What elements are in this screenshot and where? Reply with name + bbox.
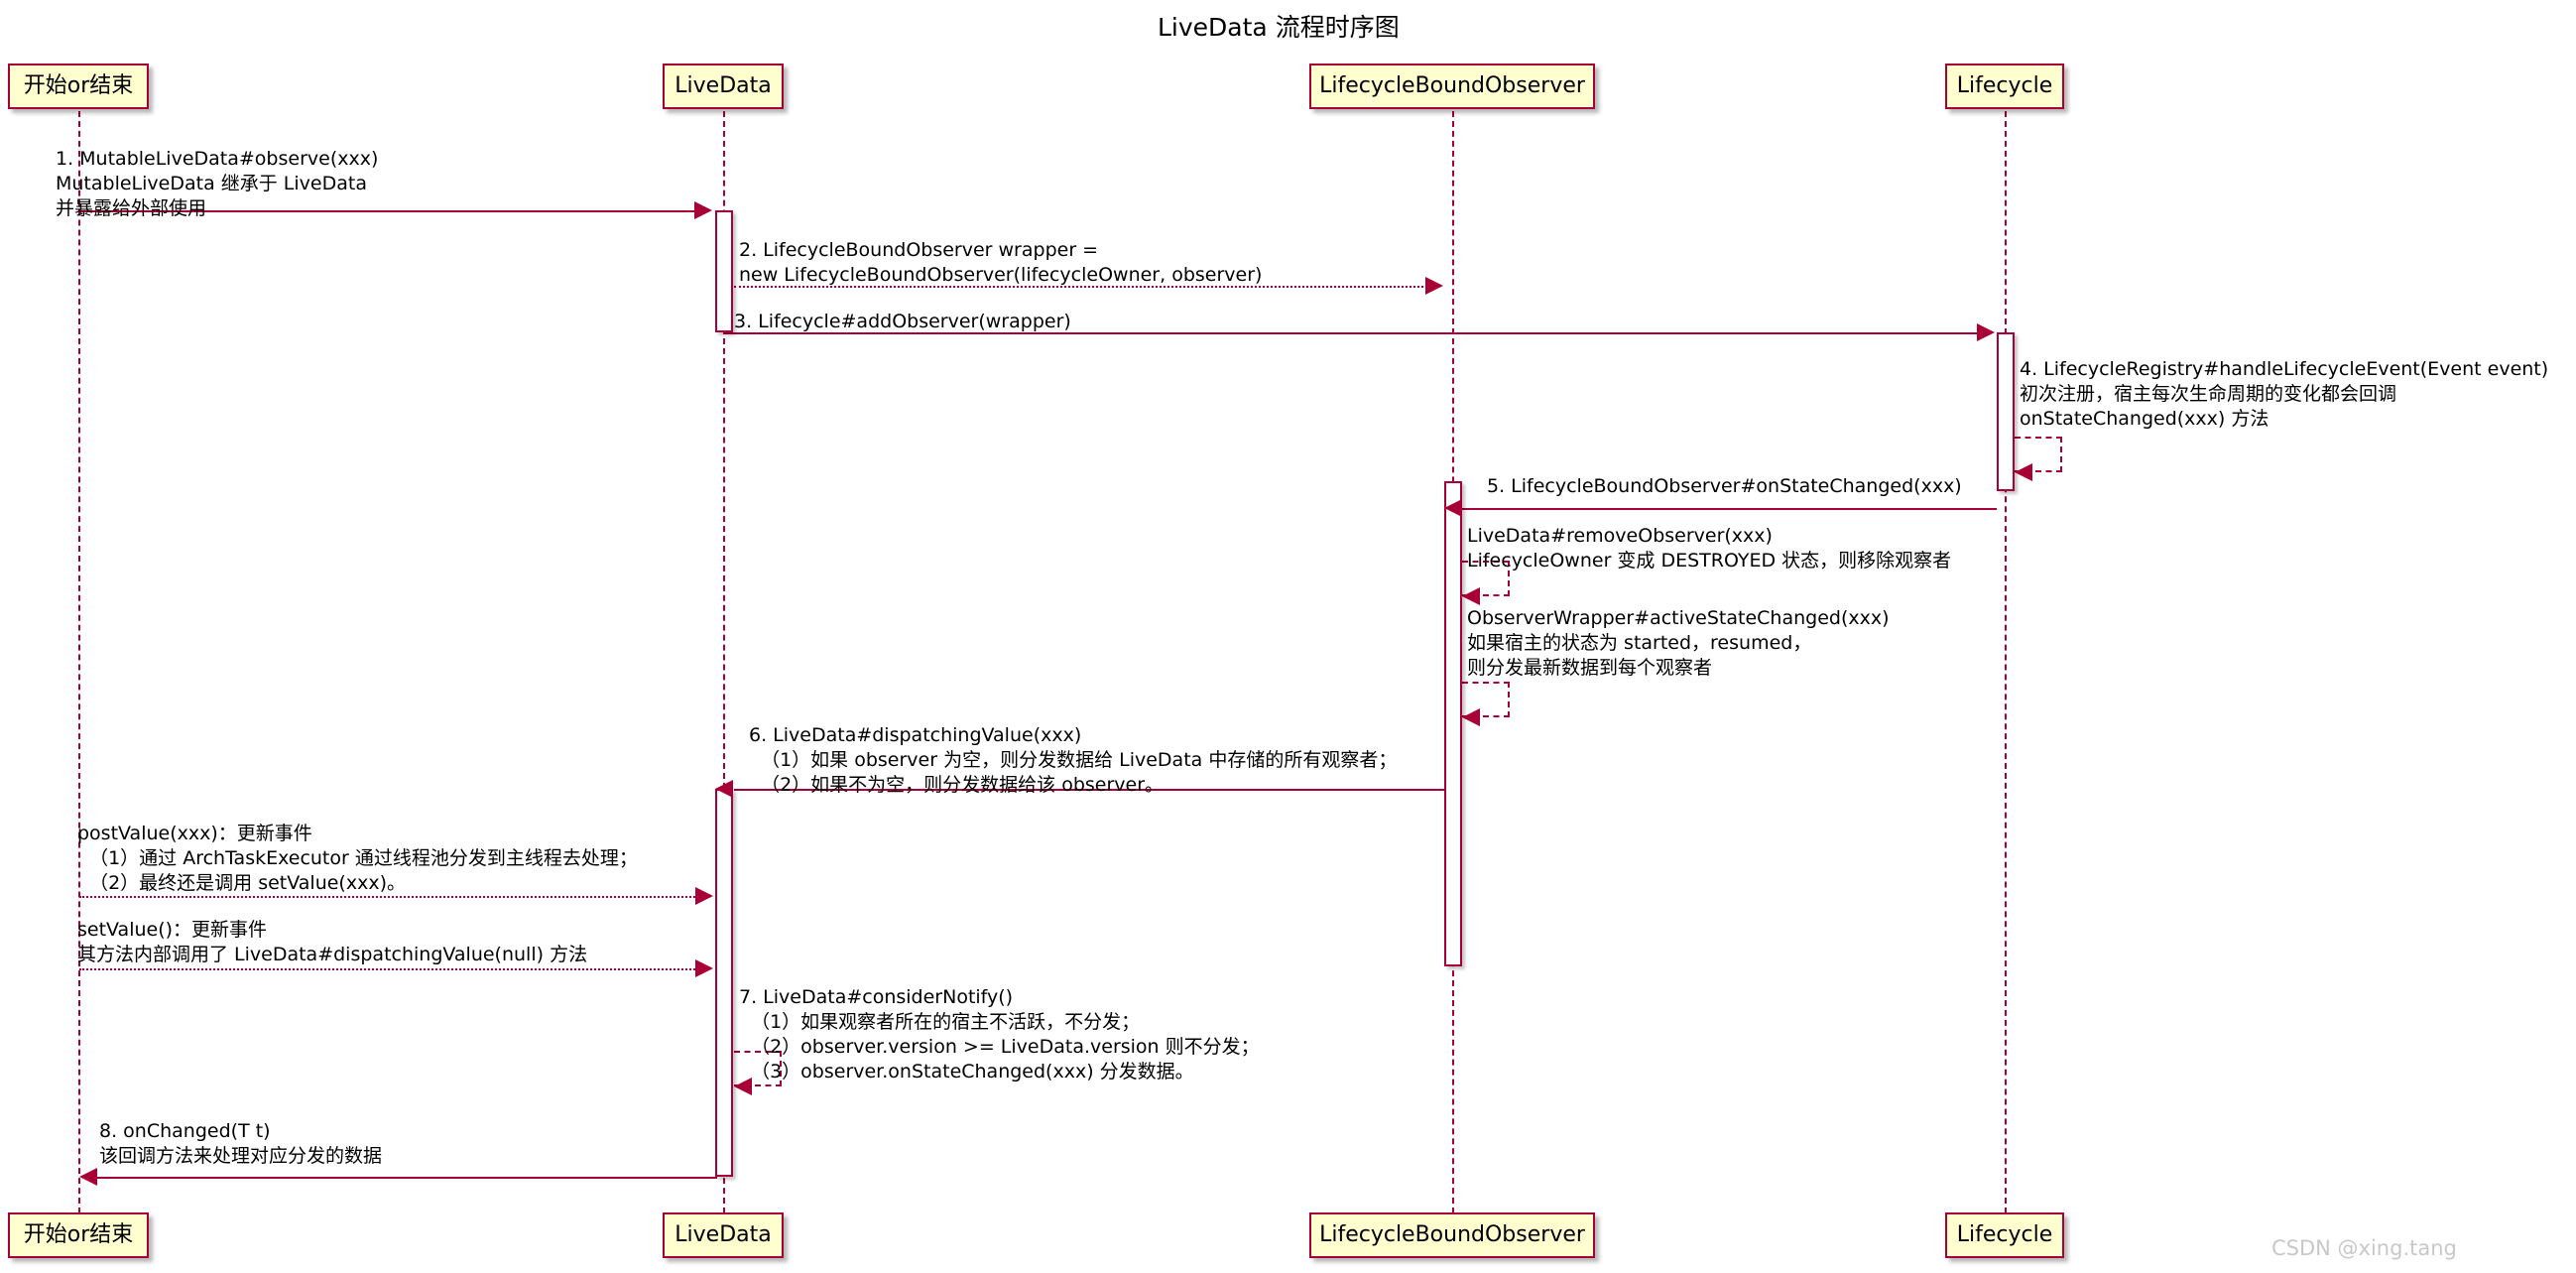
message-3-arrowhead [1977, 323, 1995, 341]
participant-label-lifecycle-bottom: Lifecycle [1956, 1222, 2053, 1247]
sequence-diagram-canvas: LiveData 流程时序图 开始or结束 LiveData Lifecycle… [0, 0, 2576, 1273]
message-5a-label: LiveData#removeObserver(xxx) LifecycleOw… [1467, 525, 1952, 573]
message-8-label: 8. onChanged(T t) 该回调方法来处理对应分发的数据 [99, 1120, 383, 1168]
participant-box-lifecycle-bottom[interactable]: Lifecycle [1945, 1212, 2064, 1258]
message-7-label: 7. LiveData#considerNotify() （1）如果观察者所在的… [739, 986, 1260, 1083]
message-4-label: 4. LifecycleRegistry#handleLifecycleEven… [2020, 358, 2549, 431]
activation-livedata-1 [715, 210, 733, 332]
message-2-label: 2. LifecycleBoundObserver wrapper = new … [739, 239, 1263, 287]
message-5b-arrowhead [1462, 708, 1480, 726]
set-value-line [79, 968, 698, 970]
participant-box-lifecycleboundobserver-top[interactable]: LifecycleBoundObserver [1309, 64, 1595, 109]
message-5-arrowhead [1444, 499, 1462, 517]
participant-label-lifecycleboundobserver: LifecycleBoundObserver [1319, 73, 1585, 98]
participant-box-livedata-bottom[interactable]: LiveData [663, 1212, 784, 1258]
set-value-arrowhead [695, 959, 713, 977]
post-value-line [79, 896, 698, 898]
diagram-title: LiveData 流程时序图 [1158, 13, 1400, 42]
message-6-arrowhead [715, 780, 733, 798]
message-5-line [1462, 508, 1997, 510]
message-5b-label: ObserverWrapper#activeStateChanged(xxx) … [1467, 607, 1890, 680]
set-value-label: setValue()：更新事件 其方法内部调用了 LiveData#dispat… [77, 919, 588, 966]
message-2-arrowhead [1425, 277, 1443, 295]
participant-label-lifecycleboundobserver-bottom: LifecycleBoundObserver [1319, 1222, 1585, 1247]
activation-livedata-2 [715, 789, 733, 1177]
watermark: CSDN @xing.tang [2271, 1236, 2457, 1260]
participant-label-livedata: LiveData [675, 73, 772, 98]
message-5a-arrowhead [1462, 587, 1480, 605]
message-3-label: 3. Lifecycle#addObserver(wrapper) [734, 311, 1071, 332]
message-8-arrowhead [79, 1168, 97, 1186]
lifeline-actor [78, 111, 80, 1213]
participant-label-livedata-bottom: LiveData [675, 1222, 772, 1247]
message-4-arrowhead [2015, 463, 2032, 481]
participant-label-actor-bottom: 开始or结束 [23, 1222, 134, 1247]
message-6-label: 6. LiveData#dispatchingValue(xxx) （1）如果 … [749, 724, 1398, 797]
activation-lifecycleboundobserver-1 [1444, 481, 1462, 966]
lifeline-lifecycle [2005, 111, 2007, 1213]
message-1-arrowhead [694, 201, 712, 219]
participant-box-livedata-top[interactable]: LiveData [663, 64, 784, 109]
activation-lifecycle-1 [1997, 332, 2015, 491]
message-5-label: 5. LifecycleBoundObserver#onStateChanged… [1487, 475, 1962, 497]
post-value-arrowhead [695, 887, 713, 905]
post-value-label: postValue(xxx)：更新事件 （1）通过 ArchTaskExecut… [77, 823, 638, 895]
participant-box-lifecycle-top[interactable]: Lifecycle [1945, 64, 2064, 109]
message-1-label: 1. MutableLiveData#observe(xxx) MutableL… [56, 148, 379, 220]
participant-box-actor-top[interactable]: 开始or结束 [8, 64, 149, 109]
participant-label-actor: 开始or结束 [23, 73, 134, 98]
message-7-arrowhead [734, 1078, 752, 1095]
participant-box-lifecycleboundobserver-bottom[interactable]: LifecycleBoundObserver [1309, 1212, 1595, 1258]
message-8-line [97, 1177, 717, 1179]
participant-label-lifecycle: Lifecycle [1956, 73, 2053, 98]
participant-box-actor-bottom[interactable]: 开始or结束 [8, 1212, 149, 1258]
